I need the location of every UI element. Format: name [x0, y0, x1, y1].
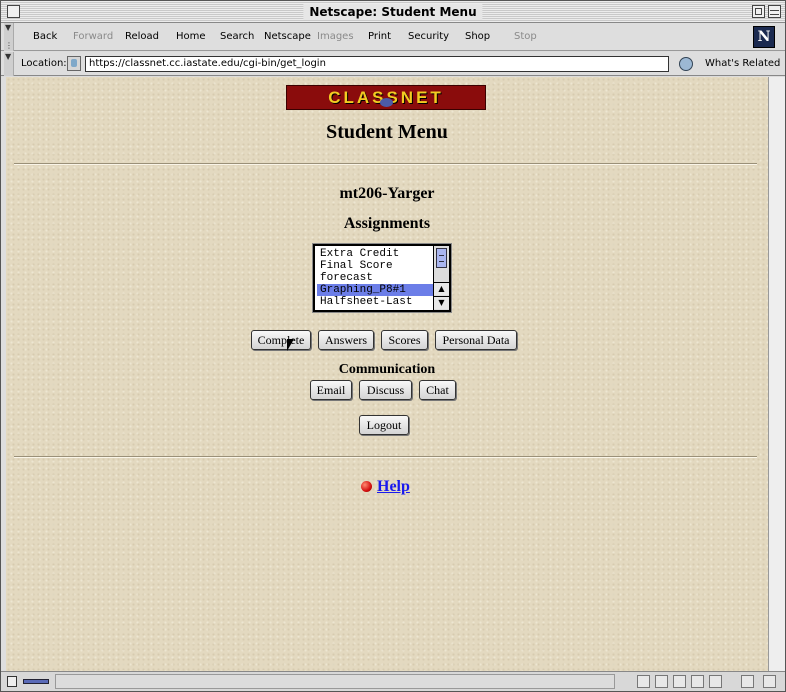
mail-tray-icon[interactable] [655, 675, 668, 688]
divider-top [14, 163, 757, 165]
print-button[interactable]: Print [368, 31, 391, 42]
browser-window: Netscape: Student Menu ▼ ⋮ Back Forward … [0, 0, 786, 692]
newsgroups-tray-icon[interactable] [673, 675, 686, 688]
answers-button[interactable]: Answers [318, 330, 374, 350]
navigation-toolbar: ▼ ⋮ Back Forward Reload Home Search Nets… [1, 23, 785, 51]
reload-button[interactable]: Reload [125, 31, 159, 42]
classnet-banner: CLASSNET [286, 85, 486, 110]
assignments-heading: Assignments [343, 215, 431, 232]
discuss-button[interactable]: Discuss [359, 380, 412, 400]
assignments-items: Extra Credit Final Score forecast Graphing_… [317, 248, 433, 308]
back-button[interactable]: Back [33, 31, 57, 42]
complete-button[interactable]: Complete [251, 330, 311, 350]
whats-related-icon[interactable] [677, 56, 695, 71]
email-button[interactable]: Email [310, 380, 352, 400]
toolbar-grip[interactable]: ▼ ⋮ [4, 23, 14, 51]
title-bar[interactable]: Netscape: Student Menu [1, 1, 785, 23]
forward-button[interactable]: Forward [73, 31, 113, 42]
url-field[interactable]: https://classnet.cc.iastate.edu/cgi-bin/… [85, 56, 669, 72]
scores-button[interactable]: Scores [381, 330, 428, 350]
status-text-area [55, 674, 615, 689]
location-bar: ▼ Location: https://classnet.cc.iastate.… [1, 52, 785, 76]
location-label: Location: [21, 58, 67, 69]
help-link[interactable]: Help [377, 478, 410, 496]
assignment-option[interactable]: Final Score [317, 260, 433, 272]
divider-bottom [14, 456, 757, 458]
course-name: mt206-Yarger [339, 185, 435, 202]
personal-data-button[interactable]: Personal Data [435, 330, 517, 350]
collapse-arrow-icon: ▼ [5, 52, 12, 61]
security-button[interactable]: Security [408, 31, 449, 42]
resize-grip-icon[interactable] [763, 675, 776, 688]
assignment-option[interactable]: Extra Credit [317, 248, 433, 260]
navigator-tray-icon[interactable] [637, 675, 650, 688]
close-box-icon[interactable] [7, 5, 20, 18]
page-title: Student Menu [326, 121, 448, 143]
zoom-box-icon[interactable] [752, 5, 765, 18]
collapse-arrow-icon: ▼ [5, 23, 12, 32]
shop-button[interactable]: Shop [465, 31, 490, 42]
status-bar [1, 671, 785, 691]
netscape-logo[interactable]: N [753, 26, 775, 48]
images-button[interactable]: Images [317, 31, 354, 42]
listbox-scrollbar[interactable]: ▲ ▼ [433, 246, 449, 310]
composer-tray-icon[interactable] [709, 675, 722, 688]
scroll-down-arrow-icon[interactable]: ▼ [434, 296, 449, 309]
whats-related-button[interactable]: What's Related [705, 58, 780, 69]
stop-button[interactable]: Stop [514, 31, 537, 42]
search-button[interactable]: Search [220, 31, 254, 42]
window-title: Netscape: Student Menu [303, 4, 483, 20]
assignment-option[interactable]: Halfsheet-Last [317, 296, 433, 308]
red-bullet-icon [361, 481, 372, 492]
scroll-up-arrow-icon[interactable]: ▲ [434, 282, 449, 295]
security-lock-icon[interactable] [7, 676, 17, 687]
connection-status-icon [23, 679, 49, 684]
communication-heading: Communication [338, 362, 436, 377]
address-book-tray-icon[interactable] [691, 675, 704, 688]
assignments-listbox[interactable]: Extra Credit Final Score forecast Graphing_… [313, 244, 451, 312]
netscape-button[interactable]: Netscape [264, 31, 311, 42]
assignment-option[interactable]: forecast [317, 272, 433, 284]
collapse-box-icon[interactable] [768, 5, 781, 18]
grip-dots-icon: ⋮ [5, 41, 13, 50]
page-scrollbar[interactable] [768, 77, 785, 671]
bookmark-tray-icon[interactable] [741, 675, 754, 688]
scroll-thumb[interactable] [436, 248, 447, 268]
page-proxy-icon[interactable] [67, 56, 81, 71]
home-button[interactable]: Home [176, 31, 206, 42]
banner-globe-icon [380, 98, 393, 107]
logout-button[interactable]: Logout [359, 415, 409, 435]
assignment-option[interactable]: Graphing_P8#1 [317, 284, 433, 296]
chat-button[interactable]: Chat [419, 380, 456, 400]
location-grip[interactable]: ▼ [4, 52, 14, 76]
page-content: CLASSNET Student Menu mt206-Yarger Assig… [6, 77, 768, 671]
